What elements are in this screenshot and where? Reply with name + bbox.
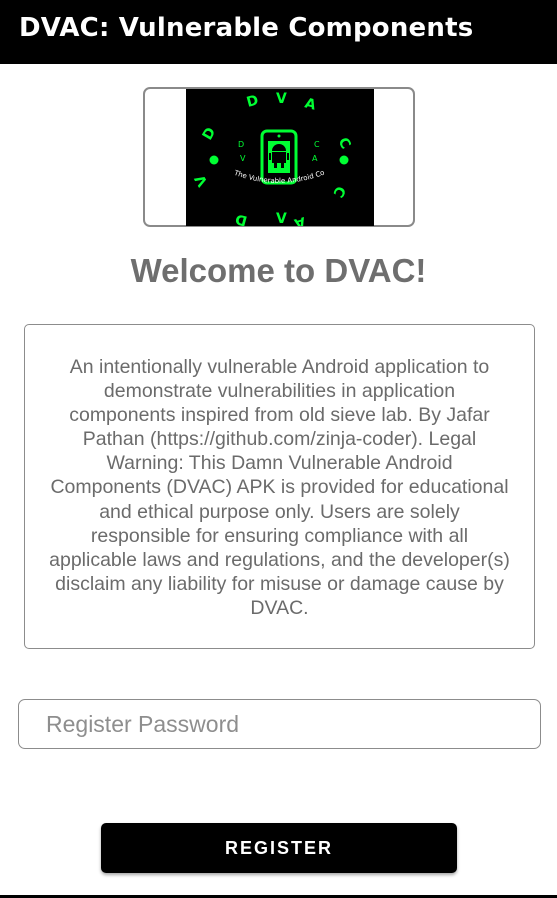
app-bar: DVAC: Vulnerable Components: [0, 0, 557, 64]
svg-text:D: D: [238, 140, 244, 149]
svg-text:V: V: [276, 91, 287, 107]
description-card: An intentionally vulnerable Android appl…: [24, 324, 535, 649]
register-button[interactable]: REGISTER: [101, 823, 457, 873]
svg-text:A: A: [312, 154, 318, 163]
description-text: An intentionally vulnerable Android appl…: [49, 356, 510, 619]
register-password-input[interactable]: [18, 699, 541, 749]
dvac-android-logo-icon: D V A C D C V D V A D V C A The Vulnerab…: [183, 83, 374, 231]
svg-text:V: V: [240, 154, 246, 163]
app-title: DVAC: Vulnerable Components: [19, 13, 474, 43]
svg-text:C: C: [314, 140, 320, 149]
logo-frame: D V A C D C V D V A D V C A The Vulnerab…: [143, 83, 415, 231]
welcome-heading: Welcome to DVAC!: [130, 252, 427, 289]
dvac-logo-image: D V A C D C V D V A D V C A The Vulnerab…: [183, 83, 374, 231]
svg-text:V: V: [276, 211, 287, 226]
